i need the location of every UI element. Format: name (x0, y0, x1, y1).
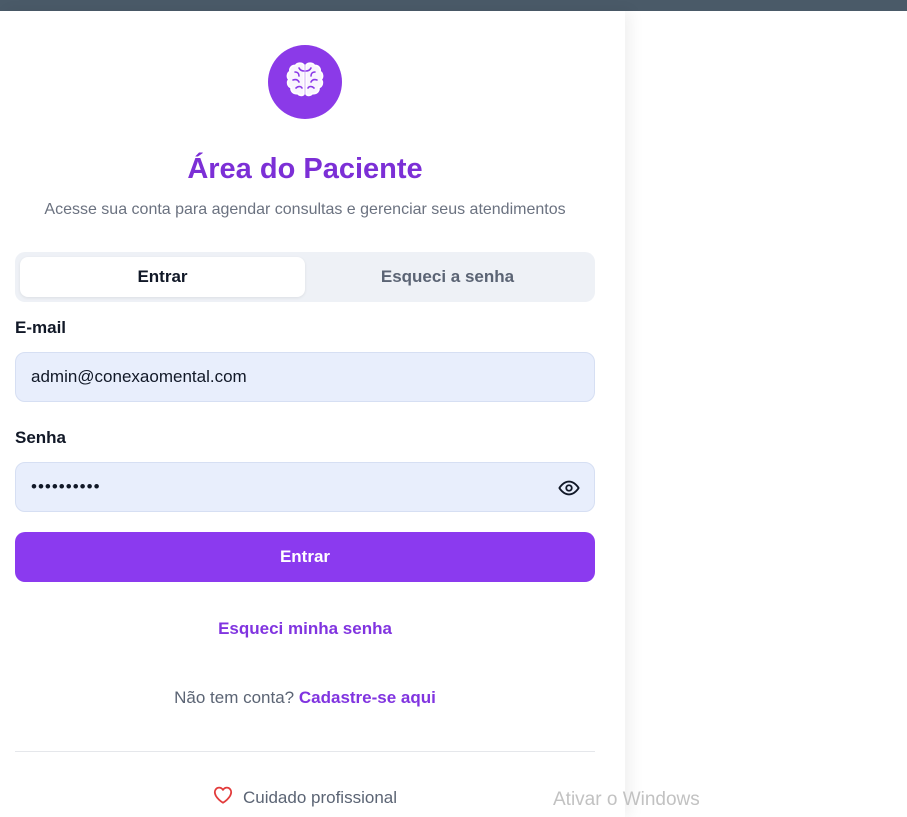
footer: Cuidado profissional (0, 786, 610, 809)
windows-activation-watermark: Ativar o Windows (553, 789, 700, 810)
footer-text: Cuidado profissional (242, 787, 398, 807)
email-input[interactable] (16, 353, 594, 401)
heart-icon (213, 786, 233, 809)
password-label: Senha (15, 428, 67, 447)
divider (15, 751, 595, 752)
tab-forgot-password[interactable]: Esqueci a senha (305, 257, 590, 297)
browser-top-bar (0, 0, 907, 11)
submit-button[interactable]: Entrar (15, 532, 595, 582)
auth-tabs: Entrar Esqueci a senha (15, 252, 595, 302)
login-card: Área do Paciente Acesse sua conta para a… (0, 11, 625, 817)
email-label: E-mail (15, 318, 67, 337)
eye-icon[interactable] (558, 478, 580, 498)
tab-login[interactable]: Entrar (20, 257, 305, 297)
forgot-password-link[interactable]: Esqueci minha senha (0, 619, 610, 639)
password-input[interactable] (16, 463, 594, 511)
signup-link[interactable]: Cadastre-se aqui (299, 688, 436, 707)
page-subtitle: Acesse sua conta para agendar consultas … (44, 201, 566, 218)
logo-badge (268, 45, 342, 119)
signup-prompt: Não tem conta? Cadastre-se aqui (0, 688, 610, 708)
no-account-text: Não tem conta? (174, 688, 295, 707)
password-field-wrapper (15, 462, 595, 512)
brain-icon (284, 61, 326, 104)
page-title: Área do Paciente (187, 153, 423, 185)
email-field-wrapper (15, 352, 595, 402)
